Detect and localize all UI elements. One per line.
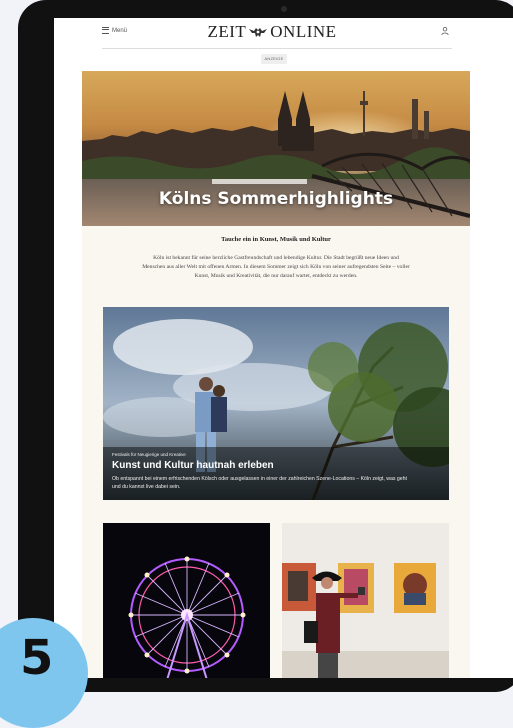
hero-image-cologne: Kölns Sommerhighlights (82, 71, 470, 226)
feature-text: Ob entspannt bei einem erfrischenden Köl… (112, 476, 408, 490)
ad-label: ANZEIGE (261, 54, 287, 64)
intro-text: Köln ist bekannt für seine herzliche Gas… (142, 255, 410, 279)
camera-icon (281, 6, 287, 12)
intro-heading: Tauche ein in Kunst, Musik und Kultur (221, 236, 331, 243)
feature-teaser[interactable]: Festivals für Neugierige und Kreative Ku… (103, 307, 449, 500)
zeit-online-logo[interactable]: ZEIT ONLINE (202, 22, 342, 42)
card-ferris-wheel[interactable] (103, 523, 270, 678)
hero-title: Kölns Sommerhighlights (158, 189, 394, 209)
feature-title[interactable]: Kunst und Kultur hautnah erleben (112, 460, 274, 471)
card-art-gallery[interactable] (282, 523, 449, 678)
feature-image-couple (103, 307, 449, 500)
eagle-crest-icon (249, 28, 268, 37)
logo-text-left: ZEIT (207, 22, 247, 41)
menu-button[interactable]: Menü (102, 27, 127, 34)
ferris-wheel-image (103, 523, 270, 678)
header-divider (102, 48, 452, 49)
menu-label: Menü (112, 27, 128, 34)
site-header: Menü ZEIT ONLINE (54, 18, 513, 48)
tablet-screen: Menü ZEIT ONLINE ANZEIGE Kölns Sommerhig… (54, 18, 513, 678)
advertorial-content: Kölns Sommerhighlights Tauche ein in Kun… (82, 71, 470, 678)
user-icon[interactable] (440, 26, 450, 36)
logo-text-right: ONLINE (270, 22, 337, 41)
gallery-image (282, 523, 449, 678)
feature-kicker: Festivals für Neugierige und Kreative (112, 452, 186, 457)
tablet-frame: Menü ZEIT ONLINE ANZEIGE Kölns Sommerhig… (18, 0, 513, 692)
menu-icon (102, 27, 109, 34)
